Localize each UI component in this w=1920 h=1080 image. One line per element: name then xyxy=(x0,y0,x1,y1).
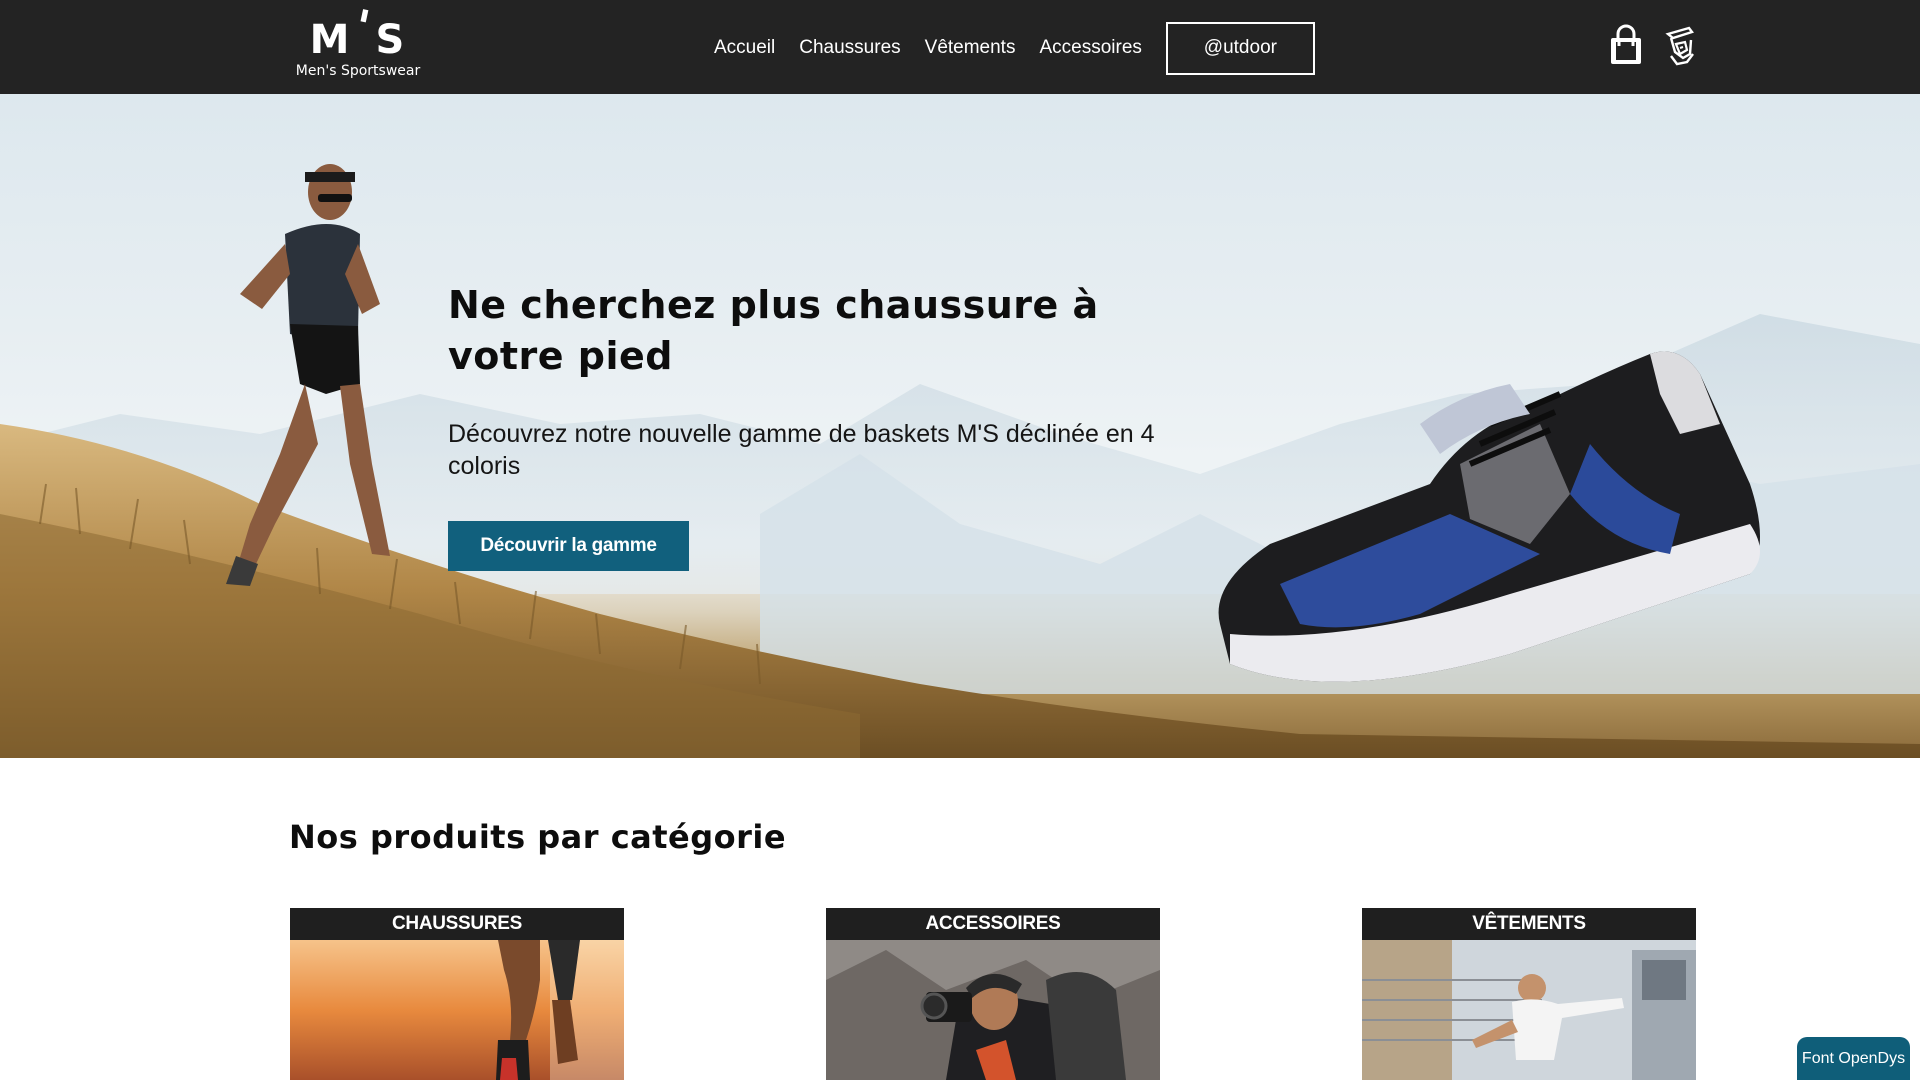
discover-range-button[interactable]: Découvrir la gamme xyxy=(448,521,689,571)
hero-description: Découvrez notre nouvelle gamme de basket… xyxy=(448,420,1155,480)
top-navigation-bar: M'S Men's Sportswear Accueil Chaussures … xyxy=(0,0,1920,94)
category-card-accessoires[interactable]: ACCESSOIRES xyxy=(826,908,1160,1080)
category-image-running-legs xyxy=(290,940,624,1080)
hero-banner: Ne cherchez plus chaussure à votre pied … xyxy=(0,94,1920,758)
font-opendys-toggle-button[interactable]: Font OpenDys xyxy=(1797,1037,1910,1080)
nav-item-accueil[interactable]: Accueil xyxy=(712,22,787,74)
category-card-vetements[interactable]: VÊTEMENTS xyxy=(1362,908,1696,1080)
category-image-photographer xyxy=(826,940,1160,1080)
category-label: VÊTEMENTS xyxy=(1362,908,1696,940)
hero-title: Ne cherchez plus chaussure à votre pied xyxy=(448,283,1099,378)
nav-item-chaussures[interactable]: Chaussures xyxy=(787,22,912,74)
nav-outdoor-button[interactable]: @utdoor xyxy=(1165,21,1315,75)
categories-section-title: Nos produits par catégorie xyxy=(289,818,787,856)
logo-subtitle: Men's Sportswear xyxy=(295,63,421,79)
main-nav: Accueil Chaussures Vêtements Accessoires… xyxy=(712,21,1315,75)
user-account-icon[interactable] xyxy=(1659,24,1701,68)
nav-item-vetements[interactable]: Vêtements xyxy=(913,22,1028,74)
nav-item-accessoires[interactable]: Accessoires xyxy=(1027,22,1153,74)
logo-mark: M'S xyxy=(309,0,407,63)
category-label: CHAUSSURES xyxy=(290,908,624,940)
category-image-athlete-stretching xyxy=(1362,940,1696,1080)
category-label: ACCESSOIRES xyxy=(826,908,1160,940)
category-card-chaussures[interactable]: CHAUSSURES xyxy=(290,908,624,1080)
shopping-bag-icon[interactable] xyxy=(1605,24,1647,68)
brand-logo[interactable]: M'S Men's Sportswear xyxy=(288,0,428,86)
